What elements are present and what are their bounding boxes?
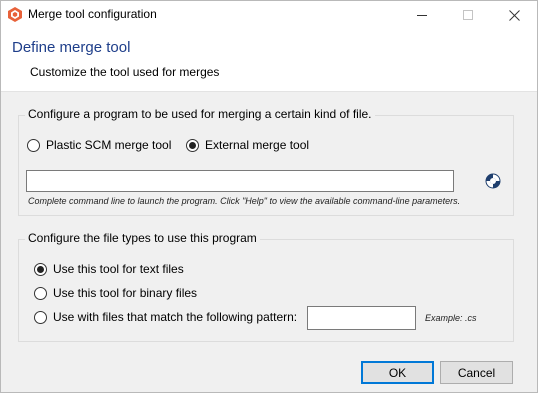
- radio-label: Plastic SCM merge tool: [46, 138, 172, 152]
- help-lifebuoy-icon[interactable]: [485, 173, 501, 189]
- ok-button[interactable]: OK: [361, 361, 434, 384]
- radio-button-selected-icon: [186, 138, 199, 152]
- cancel-button[interactable]: Cancel: [440, 361, 513, 384]
- minimize-button[interactable]: [399, 1, 445, 29]
- command-line-input[interactable]: [26, 170, 454, 192]
- command-line-hint: Complete command line to launch the prog…: [28, 196, 461, 206]
- merge-tool-dialog: Merge tool configuration Define merge to…: [0, 0, 538, 393]
- close-button[interactable]: [491, 1, 537, 29]
- pattern-files-radio[interactable]: Use with files that match the following …: [34, 310, 297, 324]
- radio-label: Use this tool for binary files: [53, 286, 198, 300]
- dialog-footer: OK Cancel: [1, 353, 537, 392]
- dialog-header: Define merge tool Customize the tool use…: [1, 29, 537, 91]
- binary-files-radio[interactable]: Use this tool for binary files: [34, 286, 197, 300]
- page-title: Define merge tool: [12, 39, 131, 56]
- page-subtitle: Customize the tool used for merges: [30, 65, 220, 79]
- title-bar: Merge tool configuration: [1, 1, 537, 29]
- close-icon: [508, 9, 520, 21]
- filetypes-group-title: Configure the file types to use this pro…: [25, 231, 260, 245]
- dialog-body: Configure a program to be used for mergi…: [1, 91, 537, 353]
- external-merge-tool-radio[interactable]: External merge tool: [186, 138, 309, 152]
- program-groupbox: Configure a program to be used for mergi…: [18, 107, 514, 216]
- text-files-radio[interactable]: Use this tool for text files: [34, 262, 184, 276]
- filetypes-groupbox: Configure the file types to use this pro…: [18, 231, 514, 342]
- pattern-input[interactable]: [307, 306, 416, 330]
- radio-label: Use this tool for text files: [53, 262, 184, 276]
- plastic-merge-tool-radio[interactable]: Plastic SCM merge tool: [27, 138, 171, 152]
- radio-button-icon: [34, 286, 47, 300]
- maximize-button[interactable]: [445, 1, 491, 29]
- pattern-example: Example: .cs: [425, 313, 477, 323]
- radio-label: Use with files that match the following …: [53, 310, 298, 324]
- window-title: Merge tool configuration: [28, 7, 157, 21]
- plastic-scm-app-icon: [8, 7, 22, 22]
- program-group-title: Configure a program to be used for mergi…: [25, 107, 375, 121]
- radio-button-selected-icon: [34, 262, 47, 276]
- radio-button-icon: [27, 138, 40, 152]
- maximize-icon: [463, 10, 473, 20]
- minimize-icon: [417, 14, 427, 16]
- radio-button-icon: [34, 310, 47, 324]
- radio-label: External merge tool: [205, 138, 310, 152]
